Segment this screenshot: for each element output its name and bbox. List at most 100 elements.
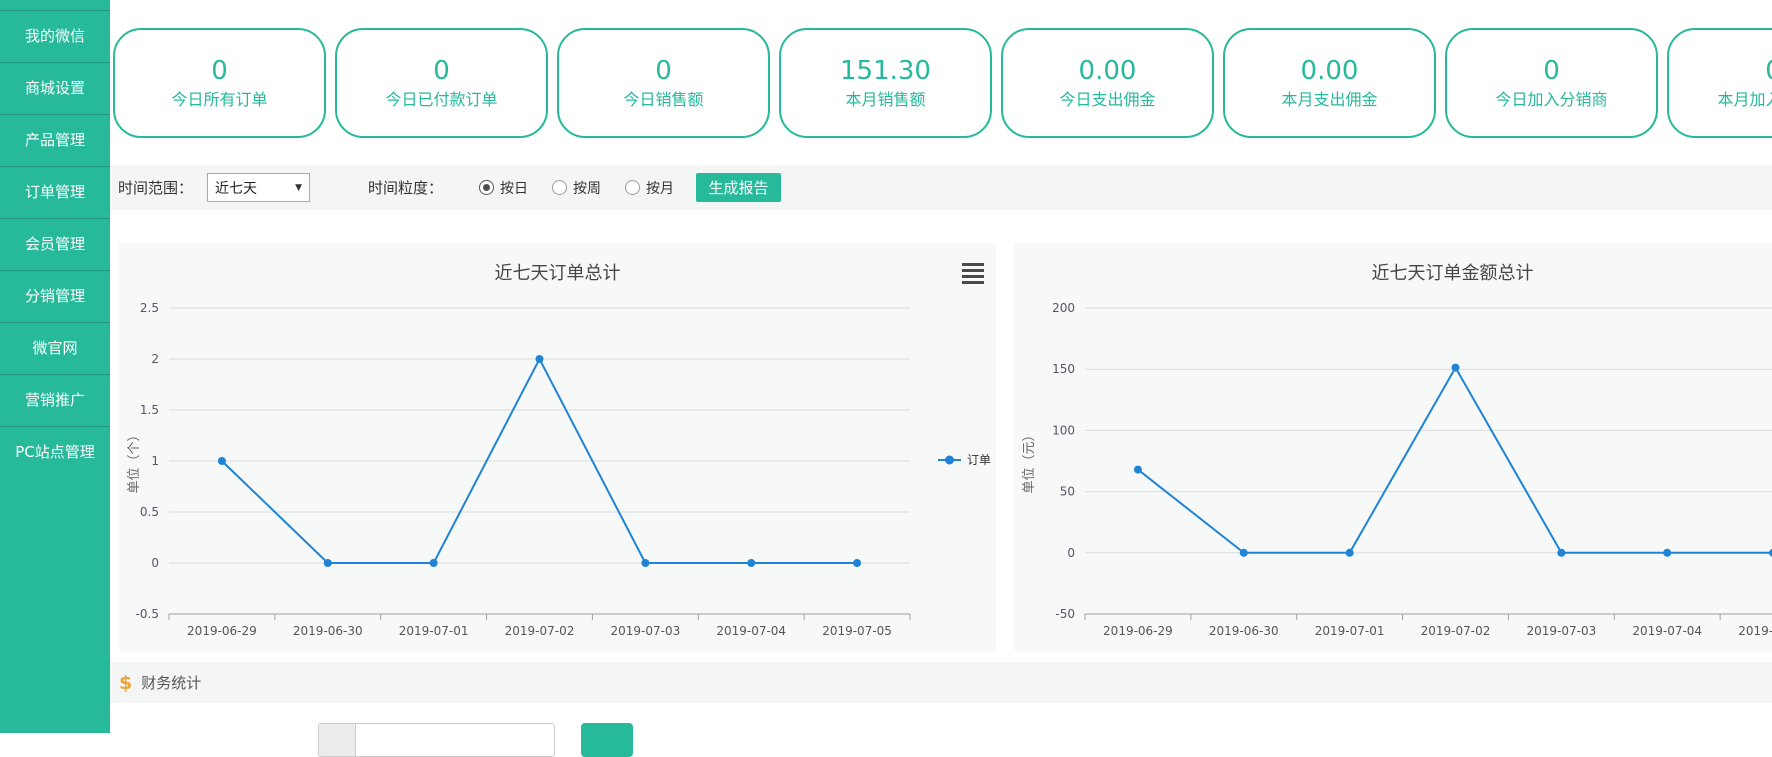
x-tick-label: 2019-07-05: [822, 624, 892, 638]
y-tick-label: 1: [151, 454, 159, 468]
x-tick-label: 2019-06-30: [1209, 624, 1279, 638]
x-tick-label: 2019-07-03: [1526, 624, 1596, 638]
radio-label: 按月: [646, 178, 674, 198]
y-tick-label: 0: [1067, 546, 1075, 560]
stat-card-label: 今日加入分销商: [1495, 92, 1607, 108]
data-point[interactable]: [1346, 549, 1354, 557]
data-point[interactable]: [747, 559, 755, 567]
stat-card-5: 0.00本月支出佣金: [1223, 28, 1436, 138]
sidebar: 我的微信商城设置产品管理订单管理会员管理分销管理微官网营销推广PC站点管理: [0, 0, 110, 733]
granularity-radio-group: 按日 按周 按月: [479, 178, 674, 198]
radio-option-0[interactable]: 按日: [479, 178, 528, 198]
finance-section-title: 财务统计: [141, 672, 201, 693]
sidebar-item-2[interactable]: 产品管理: [0, 114, 110, 166]
time-range-label: 时间范围：: [118, 177, 193, 198]
sidebar-item-0[interactable]: 我的微信: [0, 10, 110, 62]
y-tick-label: -0.5: [136, 607, 159, 621]
stat-card-label: 本月支出佣金: [1281, 92, 1377, 108]
stat-card-0: 0 今日所有订单: [113, 28, 326, 138]
y-tick-label: 0.5: [140, 505, 159, 519]
input-addon: [318, 723, 355, 757]
sidebar-item-3[interactable]: 订单管理: [0, 166, 110, 218]
dollar-icon: $: [119, 672, 132, 694]
data-point[interactable]: [1134, 466, 1142, 474]
stat-card-6: 0 今日加入分销商: [1445, 28, 1658, 138]
chart-legend[interactable]: 订单: [938, 453, 991, 467]
stat-card-label: 今日所有订单: [171, 92, 267, 108]
stat-card-label: 本月销售额: [845, 92, 925, 108]
sidebar-item-4[interactable]: 会员管理: [0, 218, 110, 270]
y-tick-label: 50: [1060, 485, 1075, 499]
chart-menu-icon[interactable]: [962, 263, 984, 284]
orders-line-chart: 近七天订单总计单位（个）2.521.510.50-0.52019-06-2920…: [119, 243, 996, 651]
stat-card-4: 0.00 今日支出佣金: [1001, 28, 1214, 138]
x-tick-label: 2019-07-04: [716, 624, 786, 638]
radio-unselected-icon[interactable]: [625, 180, 640, 195]
stat-card-value: 0: [1765, 58, 1772, 84]
legend-label: 订单: [967, 453, 991, 467]
amount-line-chart: 近七天订单金额总计单位（元）200150100500-502019-06-292…: [1014, 243, 1772, 651]
y-tick-label: 2.5: [140, 301, 159, 315]
data-point[interactable]: [853, 559, 861, 567]
stat-card-value: 0: [1543, 58, 1560, 84]
y-tick-label: 2: [151, 352, 159, 366]
x-tick-label: 2019-06-29: [187, 624, 257, 638]
x-tick-label: 2019-07-01: [399, 624, 469, 638]
finance-submit-button[interactable]: [581, 723, 633, 757]
radio-label: 按日: [500, 178, 528, 198]
stat-card-7: 0本月加入分销商: [1667, 28, 1772, 138]
stat-card-2: 0今日销售额: [557, 28, 770, 138]
sidebar-item-7[interactable]: 营销推广: [0, 374, 110, 426]
sidebar-item-1[interactable]: 商城设置: [0, 62, 110, 114]
stat-cards-row: 0今日所有订单0今日已付款订单0今日销售额151.30本月销售额0.00今日支出…: [113, 28, 1772, 138]
data-point[interactable]: [1452, 364, 1460, 372]
x-tick-label: 2019-07-03: [610, 624, 680, 638]
y-tick-label: 150: [1052, 362, 1075, 376]
radio-selected-icon[interactable]: [479, 180, 494, 195]
generate-report-button[interactable]: 生成报告: [696, 173, 781, 202]
radio-option-2[interactable]: 按月: [625, 178, 674, 198]
x-tick-label: 2019-07-02: [1421, 624, 1491, 638]
x-tick-label: 2019-07-02: [505, 624, 575, 638]
x-tick-label: 2019-06-30: [293, 624, 363, 638]
stat-card-value: 151.30: [840, 58, 931, 84]
stat-card-label: 今日销售额: [623, 92, 703, 108]
filter-bar: 时间范围： 近七天 ▼ 时间粒度： 按日 按周 按月 生成报告: [110, 165, 1772, 210]
x-tick-label: 2019-07-01: [1315, 624, 1385, 638]
granularity-label: 时间粒度：: [368, 177, 443, 198]
data-point[interactable]: [1663, 549, 1671, 557]
time-range-select[interactable]: 近七天 ▼: [207, 173, 310, 202]
stat-card-label: 今日支出佣金: [1059, 92, 1155, 108]
data-point[interactable]: [218, 457, 226, 465]
sidebar-item-8[interactable]: PC站点管理: [0, 426, 110, 478]
chart-title: 近七天订单金额总计: [1372, 263, 1534, 284]
sidebar-item-6[interactable]: 微官网: [0, 322, 110, 374]
y-tick-label: 1.5: [140, 403, 159, 417]
data-point[interactable]: [536, 355, 544, 363]
stat-card-1: 0今日已付款订单: [335, 28, 548, 138]
time-range-value: 近七天: [215, 178, 257, 198]
series-line: [1138, 368, 1772, 553]
data-point[interactable]: [324, 559, 332, 567]
y-tick-label: 200: [1052, 301, 1075, 315]
radio-label: 按周: [573, 178, 601, 198]
data-point[interactable]: [641, 559, 649, 567]
finance-date-input[interactable]: [355, 723, 555, 757]
stat-card-value: 0: [211, 58, 228, 84]
y-tick-label: 100: [1052, 423, 1075, 437]
data-point[interactable]: [1557, 549, 1565, 557]
chevron-down-icon: ▼: [295, 183, 302, 193]
x-tick-label: 2019-07-05: [1738, 624, 1772, 638]
amount-chart-panel: 近七天订单金额总计单位（元）200150100500-502019-06-292…: [1014, 243, 1772, 651]
dashboard-page: { "sidebar": { "items": [ {"label": "我的微…: [0, 0, 1772, 733]
finance-form: [318, 723, 633, 757]
y-axis-title: 单位（元）: [1022, 428, 1037, 493]
radio-option-1[interactable]: 按周: [552, 178, 601, 198]
data-point[interactable]: [430, 559, 438, 567]
sidebar-menu: 我的微信商城设置产品管理订单管理会员管理分销管理微官网营销推广PC站点管理: [0, 10, 110, 478]
radio-unselected-icon[interactable]: [552, 180, 567, 195]
stat-card-3: 151.30 本月销售额: [779, 28, 992, 138]
sidebar-item-5[interactable]: 分销管理: [0, 270, 110, 322]
data-point[interactable]: [1240, 549, 1248, 557]
stat-card-value: 0.00: [1079, 58, 1137, 84]
